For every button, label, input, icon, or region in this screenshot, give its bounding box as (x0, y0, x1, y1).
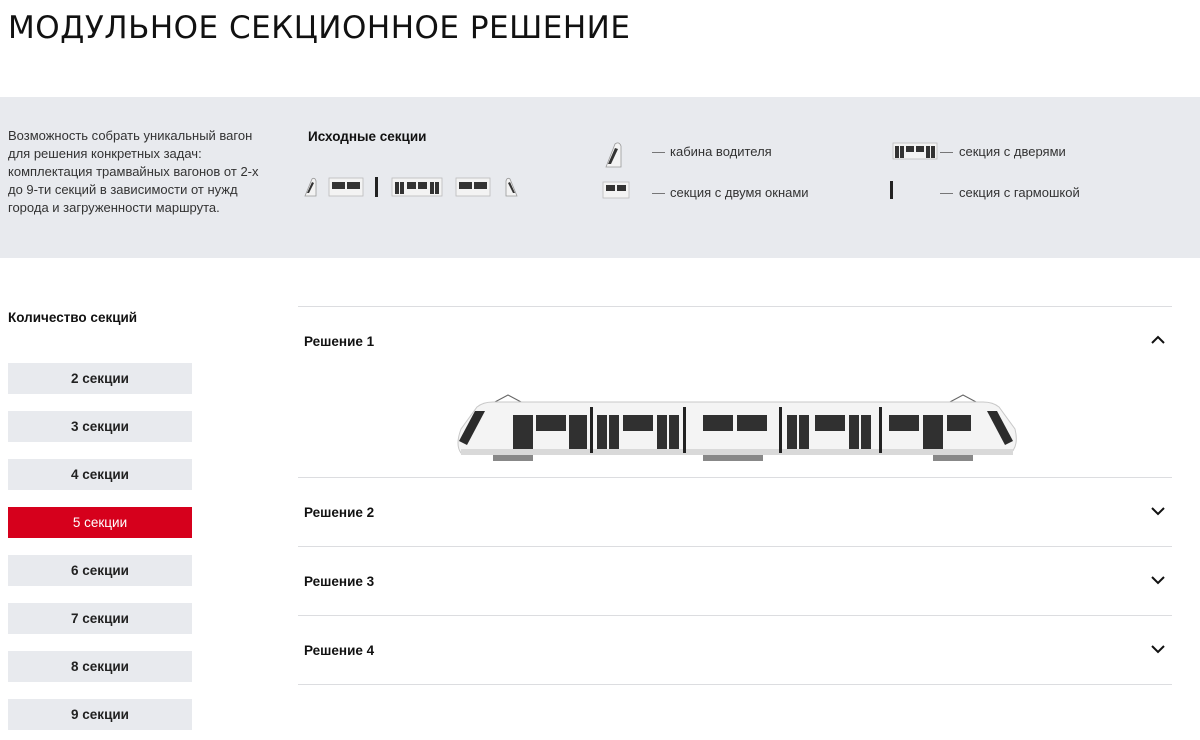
tram-illustration (457, 394, 1017, 461)
solution-label: Решение 1 (304, 334, 375, 349)
legend-dash: — (940, 185, 953, 200)
info-description: Возможность собрать уникальный вагон для… (8, 128, 259, 215)
door-section-icon (892, 142, 938, 160)
solution-item: Решение 1 (298, 306, 1172, 477)
legend-articulation-label: секция с гармошкой (959, 185, 1080, 200)
legend-two-window-label: секция с двумя окнами (670, 185, 809, 200)
legend-doors-label: секция с дверями (959, 144, 1066, 159)
solution-1-header[interactable]: Решение 1 (298, 307, 1172, 375)
legend-dash: — (652, 185, 665, 200)
solution-label: Решение 3 (304, 574, 375, 589)
solution-label: Решение 4 (304, 643, 375, 658)
two-window-section-icon (455, 177, 491, 197)
legend-cab-label: кабина водителя (670, 144, 772, 159)
chevron-down-icon[interactable] (1150, 506, 1166, 516)
chevron-down-icon[interactable] (1150, 644, 1166, 654)
info-band: Возможность собрать уникальный вагон для… (0, 97, 1200, 258)
two-window-section-icon (328, 177, 364, 197)
legend-dash: — (940, 144, 953, 159)
solution-item: Решение 4 (298, 615, 1172, 685)
section-count-6-button[interactable]: 6 секции (8, 555, 192, 586)
solution-label: Решение 2 (304, 505, 375, 520)
legend-articulation: — секция с гармошкой (890, 181, 1120, 207)
solution-3-header[interactable]: Решение 3 (298, 547, 1172, 615)
legend-cab: — кабина водителя (600, 140, 800, 168)
articulation-icon (375, 177, 378, 197)
chevron-up-icon[interactable] (1150, 335, 1166, 345)
legend-doors: — секция с дверями (890, 140, 1110, 166)
cab-icon (304, 177, 317, 197)
section-count-title: Количество секций (8, 310, 138, 325)
door-section-icon (391, 177, 443, 197)
section-count-3-button[interactable]: 3 секции (8, 411, 192, 442)
legend-two-window: — секция с двумя окнами (600, 181, 820, 207)
solution-item: Решение 3 (298, 546, 1172, 615)
solution-2-header[interactable]: Решение 2 (298, 478, 1172, 546)
section-count-4-button[interactable]: 4 секции (8, 459, 192, 490)
section-count-2-button[interactable]: 2 секции (8, 363, 192, 394)
section-count-list: 2 секции 3 секции 4 секции 5 секции 6 се… (8, 363, 192, 740)
solution-1-body (298, 375, 1172, 477)
source-sections-illustration (304, 177, 518, 197)
legend-dash: — (652, 144, 665, 159)
cab-icon (505, 177, 518, 197)
cab-icon (605, 142, 622, 168)
solution-item: Решение 2 (298, 477, 1172, 546)
page-title: МОДУЛЬНОЕ СЕКЦИОННОЕ РЕШЕНИЕ (8, 10, 631, 46)
section-count-5-button[interactable]: 5 секции (8, 507, 192, 538)
chevron-down-icon[interactable] (1150, 575, 1166, 585)
section-count-9-button[interactable]: 9 секции (8, 699, 192, 730)
solution-4-header[interactable]: Решение 4 (298, 616, 1172, 684)
source-sections-title: Исходные секции (308, 129, 427, 144)
section-count-8-button[interactable]: 8 секции (8, 651, 192, 682)
articulation-icon (890, 181, 893, 199)
section-count-7-button[interactable]: 7 секции (8, 603, 192, 634)
solutions-accordion: Решение 1 Решение 2 Решение 3 Решение 4 (298, 306, 1172, 685)
two-window-section-icon (602, 181, 630, 199)
